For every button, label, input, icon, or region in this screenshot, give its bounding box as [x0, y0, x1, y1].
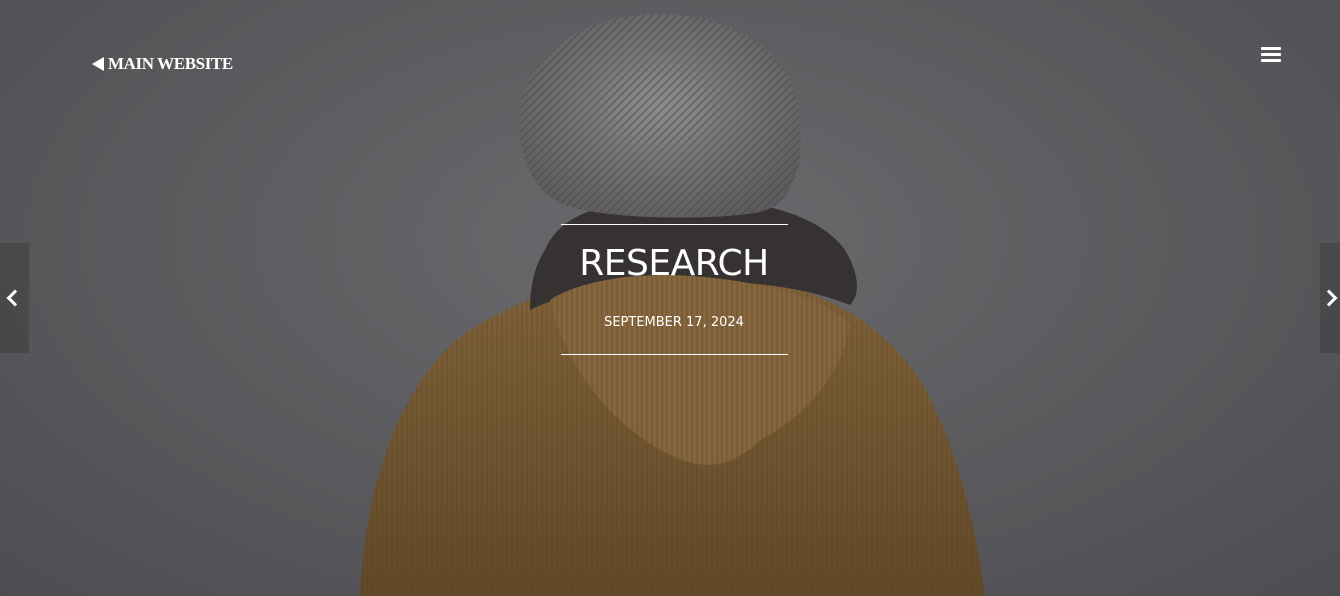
chevron-left-icon	[6, 289, 24, 307]
post-title: RESEARCH	[579, 243, 769, 284]
main-website-label: MAIN WEBSITE	[108, 54, 233, 73]
previous-post-button[interactable]	[0, 243, 29, 353]
chevron-right-icon	[1320, 289, 1338, 307]
next-post-button[interactable]	[1320, 243, 1340, 353]
hamburger-icon	[1261, 47, 1281, 50]
hamburger-icon-line	[1261, 53, 1281, 56]
post-date: SEPTEMBER 17, 2024	[604, 315, 744, 330]
title-divider-top	[561, 224, 788, 225]
menu-button[interactable]	[1261, 47, 1281, 64]
title-divider-bottom	[561, 354, 788, 355]
hero-background-image	[0, 0, 1340, 596]
left-triangle-icon	[92, 57, 104, 71]
main-website-link[interactable]: MAIN WEBSITE	[92, 54, 233, 74]
hamburger-icon-line	[1261, 59, 1281, 62]
dark-overlay	[0, 0, 1340, 596]
